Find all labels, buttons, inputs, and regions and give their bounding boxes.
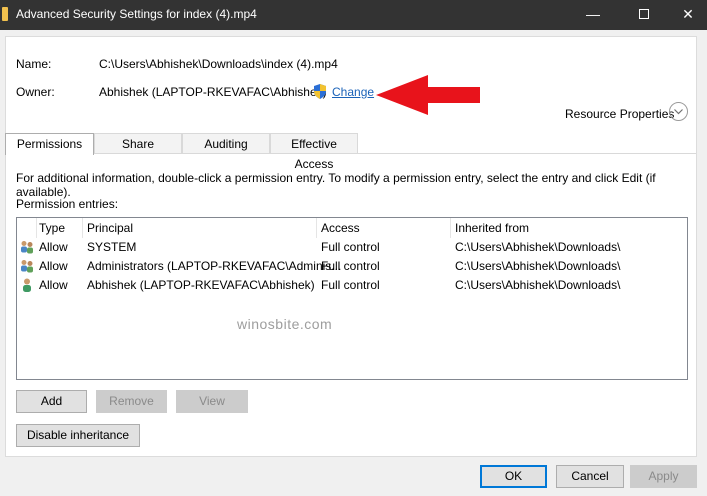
window-title: Advanced Security Settings for index (4)… — [16, 7, 257, 21]
entry-inherited-from: C:\Users\Abhishek\Downloads\ — [455, 240, 621, 254]
permission-entries-list[interactable]: Type Principal Access Inherited from All… — [16, 217, 688, 380]
entry-principal: Abhishek (LAPTOP-RKEVAFAC\Abhishek) — [87, 278, 315, 292]
permission-row[interactable]: Allow SYSTEM Full control C:\Users\Abhis… — [17, 238, 687, 257]
column-separator — [36, 218, 37, 238]
add-button[interactable]: Add — [16, 390, 87, 413]
column-header-principal[interactable]: Principal — [87, 221, 133, 235]
dialog-body: Name: C:\Users\Abhishek\Downloads\index … — [5, 36, 697, 457]
maximize-button[interactable] — [621, 0, 667, 30]
view-button[interactable]: View — [176, 390, 248, 413]
tab-permissions[interactable]: Permissions — [5, 133, 94, 155]
column-header-type[interactable]: Type — [39, 221, 65, 235]
column-separator — [316, 218, 317, 238]
close-button[interactable]: ✕ — [665, 0, 707, 30]
entry-inherited-from: C:\Users\Abhishek\Downloads\ — [455, 278, 621, 292]
column-separator — [82, 218, 83, 238]
tab-auditing[interactable]: Auditing — [182, 133, 270, 154]
tab-divider — [6, 153, 696, 154]
entry-principal: SYSTEM — [87, 240, 137, 254]
minimize-button[interactable]: — — [570, 0, 616, 30]
cancel-button[interactable]: Cancel — [556, 465, 624, 488]
column-header-access[interactable]: Access — [321, 221, 360, 235]
entry-type: Allow — [39, 259, 68, 273]
owner-value: Abhishek (LAPTOP-RKEVAFAC\Abhishek) — [99, 85, 327, 99]
entry-access: Full control — [321, 259, 380, 273]
permission-row[interactable]: Allow Administrators (LAPTOP-RKEVAFAC\Ad… — [17, 257, 687, 276]
title-bar: Advanced Security Settings for index (4)… — [0, 0, 707, 30]
column-separator — [450, 218, 451, 238]
resource-properties-label: Resource Properties — [565, 107, 675, 121]
folder-icon — [2, 7, 8, 21]
entry-type: Allow — [39, 240, 68, 254]
name-value: C:\Users\Abhishek\Downloads\index (4).mp… — [99, 57, 338, 71]
apply-button[interactable]: Apply — [630, 465, 697, 488]
owner-label: Owner: — [16, 85, 55, 99]
single-user-icon — [23, 278, 31, 292]
tab-share[interactable]: Share — [94, 133, 182, 154]
red-arrow-annotation — [376, 75, 480, 115]
entry-access: Full control — [321, 240, 380, 254]
dialog-footer: OK Cancel Apply — [0, 458, 707, 496]
ok-button[interactable]: OK — [480, 465, 547, 488]
uac-shield-icon — [314, 84, 326, 99]
permission-entries-label: Permission entries: — [16, 197, 119, 211]
column-header-inherited-from[interactable]: Inherited from — [455, 221, 529, 235]
remove-button[interactable]: Remove — [96, 390, 167, 413]
entry-inherited-from: C:\Users\Abhishek\Downloads\ — [455, 259, 621, 273]
group-users-icon — [21, 241, 33, 254]
permissions-info-text: For additional information, double-click… — [16, 171, 656, 199]
expand-resource-properties-button[interactable] — [669, 102, 688, 121]
entry-access: Full control — [321, 278, 380, 292]
name-label: Name: — [16, 57, 52, 71]
change-owner-link[interactable]: Change — [332, 85, 374, 99]
disable-inheritance-button[interactable]: Disable inheritance — [16, 424, 140, 447]
entry-principal: Administrators (LAPTOP-RKEVAFAC\Adminis.… — [87, 259, 342, 273]
permission-row[interactable]: Allow Abhishek (LAPTOP-RKEVAFAC\Abhishek… — [17, 276, 687, 295]
watermark-text: winosbite.com — [237, 316, 333, 332]
group-users-icon — [21, 260, 33, 273]
tab-effective-access[interactable]: Effective Access — [270, 133, 358, 171]
maximize-icon — [639, 9, 649, 19]
entry-type: Allow — [39, 278, 68, 292]
chevron-down-icon — [674, 109, 683, 115]
